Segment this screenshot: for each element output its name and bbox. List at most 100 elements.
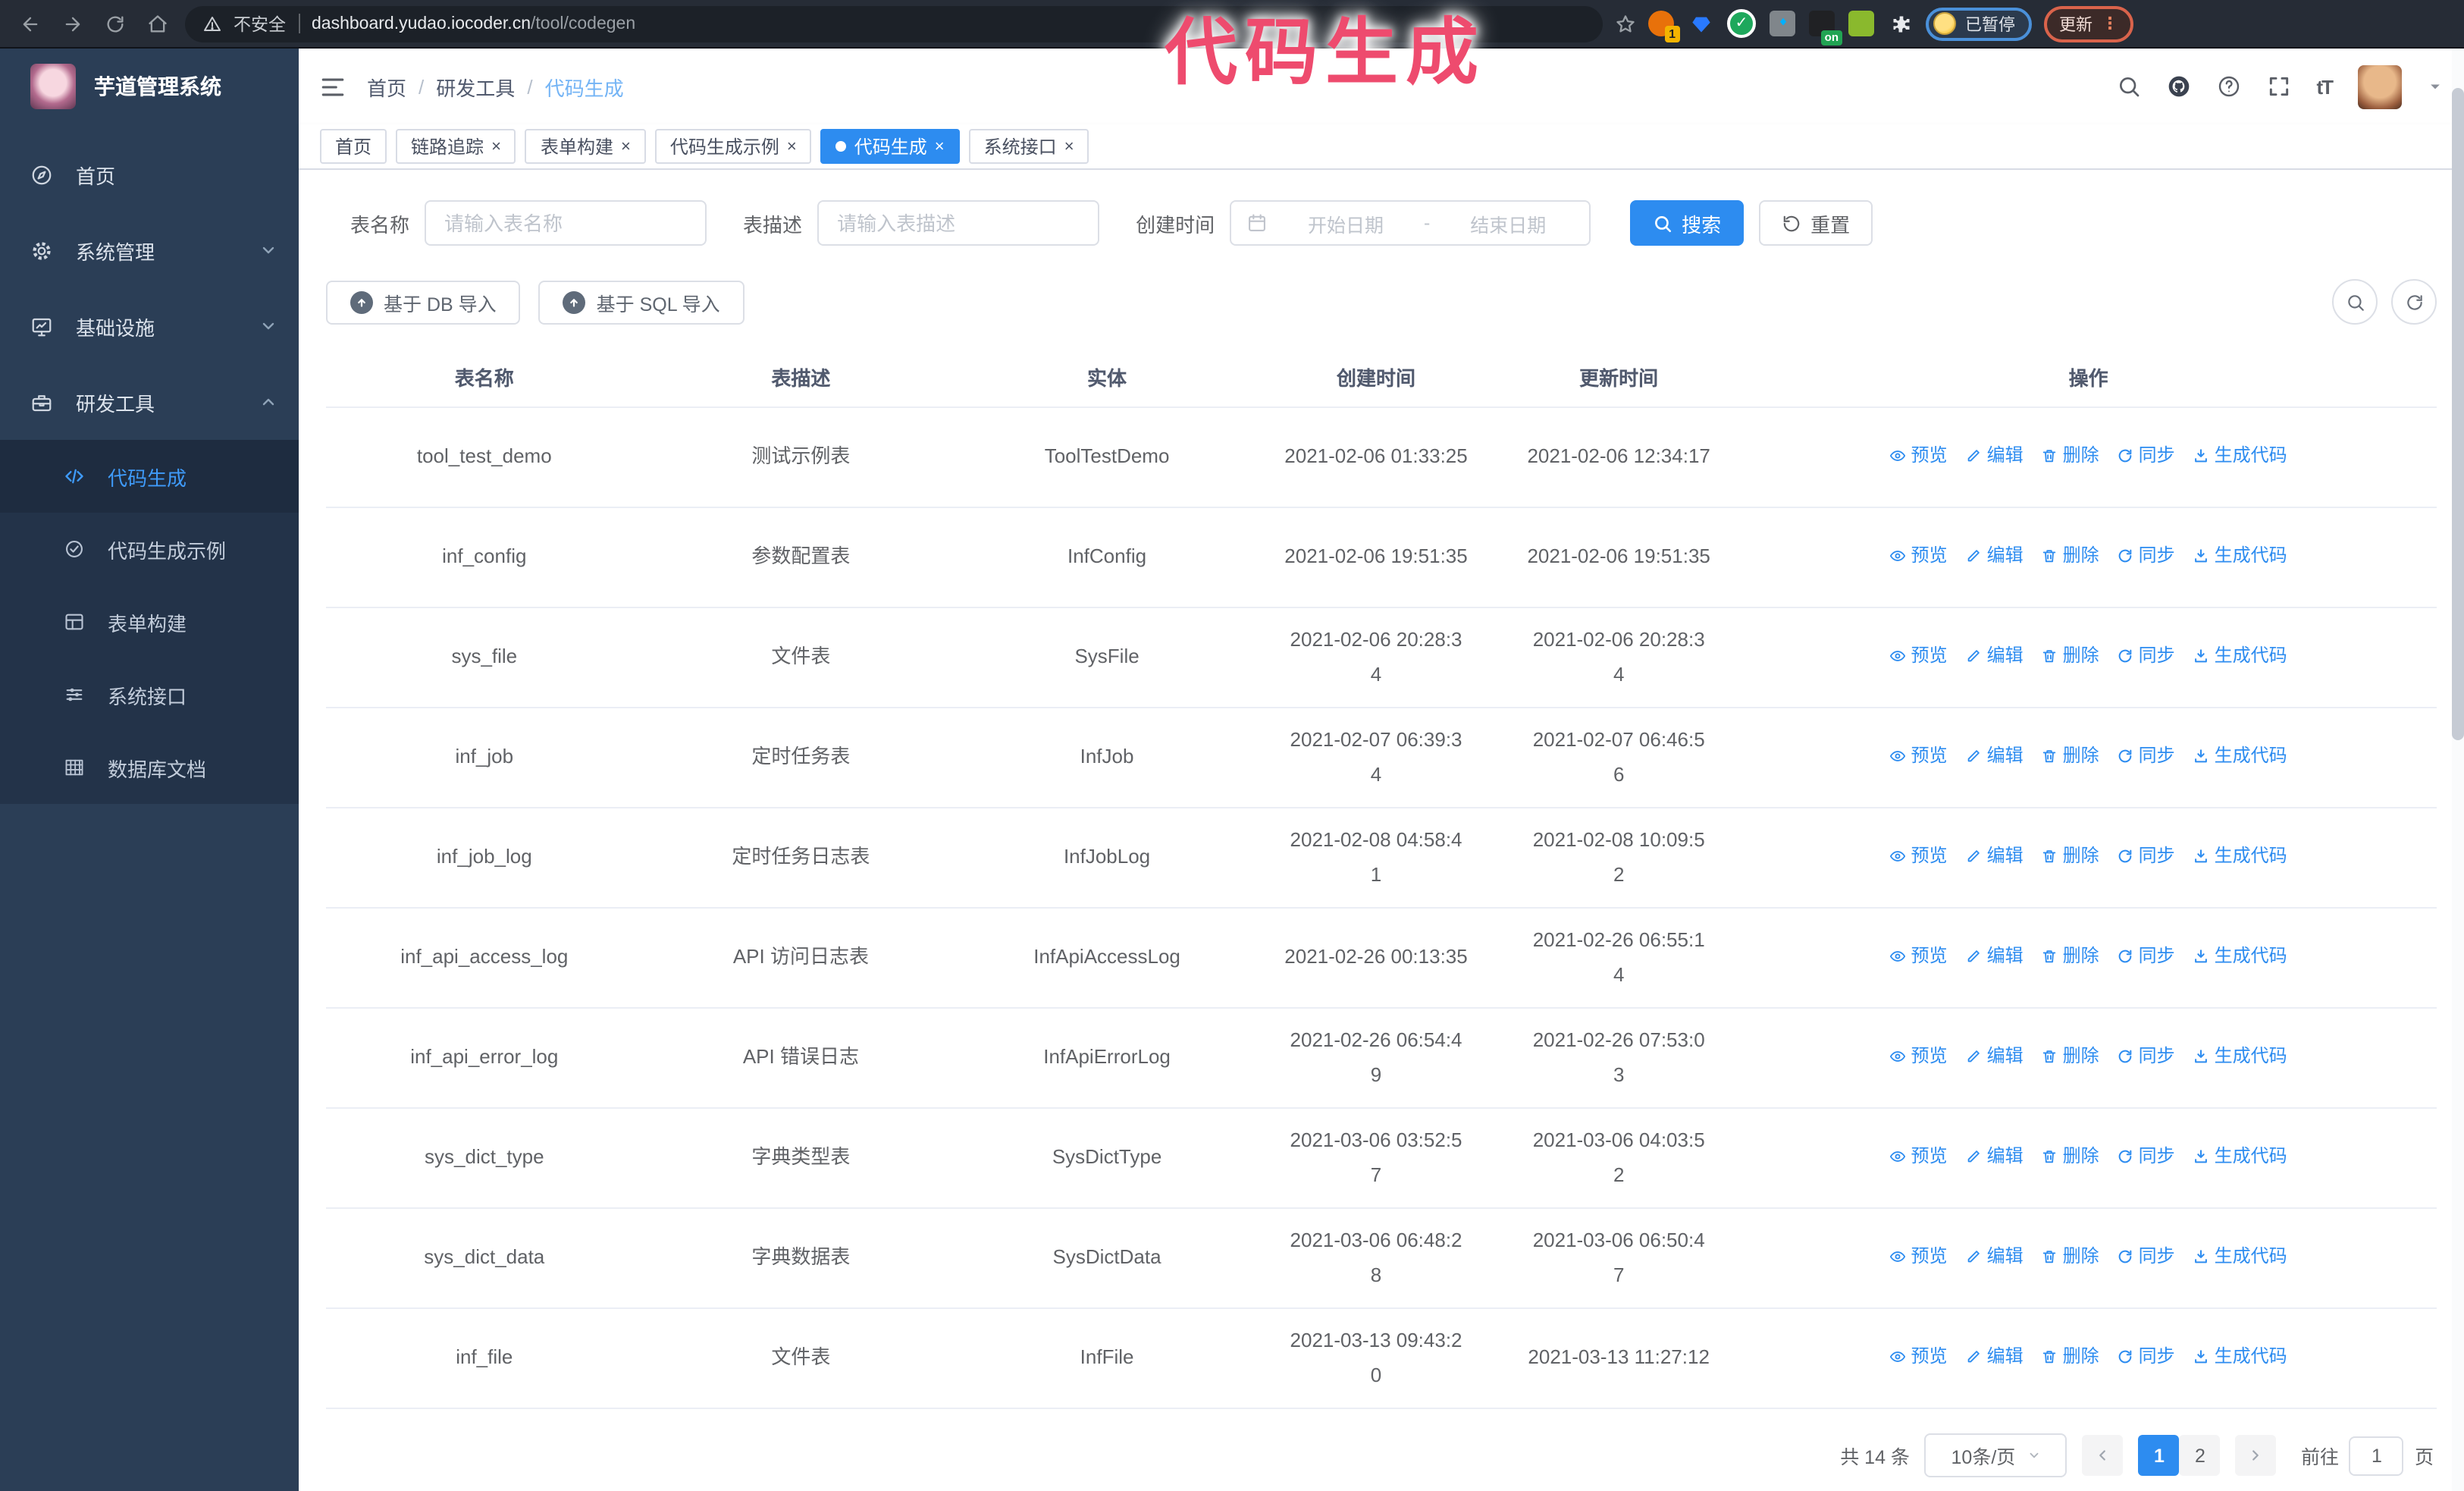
github-icon[interactable] bbox=[2166, 74, 2190, 99]
close-tab-icon[interactable]: × bbox=[1064, 137, 1074, 155]
table-desc-input[interactable] bbox=[817, 200, 1100, 246]
profile-paused-pill[interactable]: 已暂停 bbox=[1926, 7, 2032, 40]
bookmark-star-icon[interactable] bbox=[1615, 13, 1636, 34]
sync-link[interactable]: 同步 bbox=[2118, 740, 2175, 771]
page-url[interactable]: dashboard.yudao.iocoder.cn/tool/codegen bbox=[312, 14, 635, 33]
generate-code-link[interactable]: 生成代码 bbox=[2193, 440, 2287, 471]
scrollbar-thumb[interactable] bbox=[2452, 88, 2464, 740]
reset-button[interactable]: 重置 bbox=[1759, 200, 1873, 246]
page-size-select[interactable]: 10条/页 bbox=[1924, 1433, 2067, 1477]
close-tab-icon[interactable]: × bbox=[621, 137, 631, 155]
browser-menu-dots-icon[interactable]: ⋮ bbox=[2102, 14, 2118, 33]
delete-link[interactable]: 删除 bbox=[2042, 440, 2099, 471]
vertical-scrollbar[interactable] bbox=[2452, 49, 2464, 1491]
sync-link[interactable]: 同步 bbox=[2118, 440, 2175, 471]
generate-code-link[interactable]: 生成代码 bbox=[2193, 1341, 2287, 1372]
import-sql-button[interactable]: 基于 SQL 导入 bbox=[538, 280, 745, 324]
sync-link[interactable]: 同步 bbox=[2118, 540, 2175, 571]
breadcrumb-item-0[interactable]: 首页 bbox=[367, 72, 406, 101]
preview-link[interactable]: 预览 bbox=[1890, 540, 1948, 571]
preview-link[interactable]: 预览 bbox=[1890, 740, 1948, 771]
sidebar-item-1[interactable]: 系统管理 bbox=[0, 212, 299, 288]
delete-link[interactable]: 删除 bbox=[2042, 940, 2099, 972]
sidebar-item-0[interactable]: 首页 bbox=[0, 137, 299, 212]
extension-icon-check[interactable]: ✓ bbox=[1727, 9, 1756, 38]
next-page-button[interactable] bbox=[2235, 1435, 2277, 1476]
delete-link[interactable]: 删除 bbox=[2042, 840, 2099, 871]
delete-link[interactable]: 删除 bbox=[2042, 1341, 2099, 1372]
home-nav-icon[interactable] bbox=[143, 13, 173, 34]
date-range-picker[interactable]: 开始日期 - 结束日期 bbox=[1230, 200, 1591, 246]
generate-code-link[interactable]: 生成代码 bbox=[2193, 1141, 2287, 1172]
preview-link[interactable]: 预览 bbox=[1890, 1241, 1948, 1272]
sidebar-toggle-icon[interactable] bbox=[320, 74, 346, 99]
extensions-puzzle-icon[interactable] bbox=[1888, 11, 1914, 36]
delete-link[interactable]: 删除 bbox=[2042, 1241, 2099, 1272]
sync-link[interactable]: 同步 bbox=[2118, 940, 2175, 972]
tab-4[interactable]: 代码生成 × bbox=[820, 129, 960, 164]
fullscreen-icon[interactable] bbox=[2266, 74, 2290, 99]
preview-link[interactable]: 预览 bbox=[1890, 640, 1948, 671]
generate-code-link[interactable]: 生成代码 bbox=[2193, 1241, 2287, 1272]
preview-link[interactable]: 预览 bbox=[1890, 1041, 1948, 1072]
extension-icon-grid[interactable] bbox=[1770, 11, 1795, 36]
search-button[interactable]: 搜索 bbox=[1630, 200, 1745, 246]
security-label[interactable]: 不安全 bbox=[234, 11, 286, 36]
tab-0[interactable]: 首页 bbox=[320, 129, 387, 164]
toggle-search-button[interactable] bbox=[2332, 279, 2378, 325]
extension-icon-gem[interactable] bbox=[1688, 11, 1713, 36]
table-name-input[interactable] bbox=[425, 200, 707, 246]
generate-code-link[interactable]: 生成代码 bbox=[2193, 1041, 2287, 1072]
generate-code-link[interactable]: 生成代码 bbox=[2193, 840, 2287, 871]
sidebar-subitem-4[interactable]: 数据库文档 bbox=[0, 731, 299, 804]
edit-link[interactable]: 编辑 bbox=[1966, 940, 2024, 972]
help-icon[interactable] bbox=[2216, 74, 2240, 99]
search-icon[interactable] bbox=[2116, 74, 2140, 99]
sync-link[interactable]: 同步 bbox=[2118, 1241, 2175, 1272]
close-tab-icon[interactable]: × bbox=[491, 137, 501, 155]
update-button[interactable]: 更新 ⋮ bbox=[2044, 5, 2133, 42]
sidebar-subitem-1[interactable]: 代码生成示例 bbox=[0, 513, 299, 585]
prev-page-button[interactable] bbox=[2082, 1435, 2124, 1476]
sync-link[interactable]: 同步 bbox=[2118, 1341, 2175, 1372]
reload-icon[interactable] bbox=[100, 13, 130, 34]
edit-link[interactable]: 编辑 bbox=[1966, 640, 2024, 671]
edit-link[interactable]: 编辑 bbox=[1966, 1241, 2024, 1272]
generate-code-link[interactable]: 生成代码 bbox=[2193, 540, 2287, 571]
generate-code-link[interactable]: 生成代码 bbox=[2193, 640, 2287, 671]
sidebar-subitem-0[interactable]: 代码生成 bbox=[0, 440, 299, 513]
edit-link[interactable]: 编辑 bbox=[1966, 1041, 2024, 1072]
sync-link[interactable]: 同步 bbox=[2118, 840, 2175, 871]
close-tab-icon[interactable]: × bbox=[935, 137, 945, 155]
refresh-table-button[interactable] bbox=[2391, 279, 2437, 325]
preview-link[interactable]: 预览 bbox=[1890, 440, 1948, 471]
page-button-2[interactable]: 2 bbox=[2179, 1435, 2221, 1476]
extension-icon-dark[interactable]: on bbox=[1809, 11, 1842, 46]
preview-link[interactable]: 预览 bbox=[1890, 940, 1948, 972]
sidebar-subitem-2[interactable]: 表单构建 bbox=[0, 585, 299, 658]
close-tab-icon[interactable]: × bbox=[787, 137, 797, 155]
sync-link[interactable]: 同步 bbox=[2118, 1141, 2175, 1172]
sidebar-item-2[interactable]: 基础设施 bbox=[0, 288, 299, 364]
goto-page-input[interactable] bbox=[2349, 1436, 2404, 1475]
generate-code-link[interactable]: 生成代码 bbox=[2193, 740, 2287, 771]
import-db-button[interactable]: 基于 DB 导入 bbox=[326, 280, 521, 324]
edit-link[interactable]: 编辑 bbox=[1966, 1141, 2024, 1172]
delete-link[interactable]: 删除 bbox=[2042, 1041, 2099, 1072]
preview-link[interactable]: 预览 bbox=[1890, 1141, 1948, 1172]
edit-link[interactable]: 编辑 bbox=[1966, 740, 2024, 771]
delete-link[interactable]: 删除 bbox=[2042, 1141, 2099, 1172]
avatar-caret-icon[interactable] bbox=[2428, 79, 2443, 94]
user-avatar[interactable] bbox=[2358, 64, 2402, 108]
sidebar-item-3[interactable]: 研发工具 bbox=[0, 364, 299, 440]
delete-link[interactable]: 删除 bbox=[2042, 540, 2099, 571]
page-button-1[interactable]: 1 bbox=[2138, 1435, 2180, 1476]
edit-link[interactable]: 编辑 bbox=[1966, 1341, 2024, 1372]
sync-link[interactable]: 同步 bbox=[2118, 640, 2175, 671]
edit-link[interactable]: 编辑 bbox=[1966, 540, 2024, 571]
generate-code-link[interactable]: 生成代码 bbox=[2193, 940, 2287, 972]
delete-link[interactable]: 删除 bbox=[2042, 640, 2099, 671]
app-logo[interactable]: 芋道管理系统 bbox=[0, 49, 299, 124]
sync-link[interactable]: 同步 bbox=[2118, 1041, 2175, 1072]
tab-3[interactable]: 代码生成示例 × bbox=[654, 129, 812, 164]
